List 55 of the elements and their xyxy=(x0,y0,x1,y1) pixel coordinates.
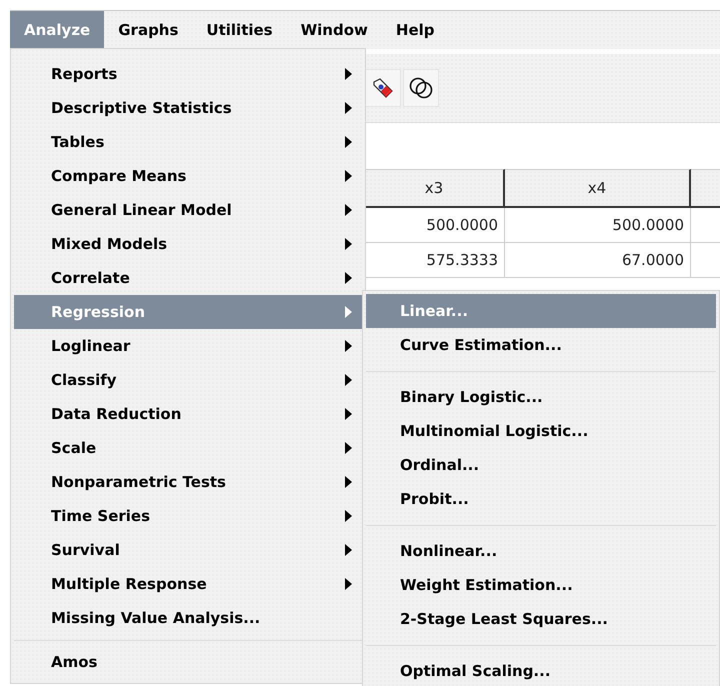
table-cell: 500.0000 xyxy=(505,208,691,243)
menu-item[interactable]: Loglinear xyxy=(14,329,362,363)
submenu-arrow-icon xyxy=(345,544,352,556)
menu-item[interactable]: Nonlinear... xyxy=(366,534,716,568)
submenu-arrow-icon xyxy=(345,340,352,352)
menu-item[interactable]: Tables xyxy=(14,125,362,159)
menu-title[interactable]: Utilities xyxy=(192,11,287,49)
menu-title[interactable]: Window xyxy=(286,11,382,49)
submenu-arrow-icon xyxy=(345,170,352,182)
overlapping-circles-icon[interactable] xyxy=(403,69,439,107)
menu-title[interactable]: Help xyxy=(382,11,448,49)
menu-item[interactable]: Survival xyxy=(14,533,362,567)
menu-item[interactable]: Data Reduction xyxy=(14,397,362,431)
column-header[interactable]: x4 xyxy=(505,169,691,208)
menu-item[interactable]: Amos xyxy=(14,645,362,679)
menu-item[interactable]: Multinomial Logistic... xyxy=(366,414,716,448)
menu-item[interactable]: Probit... xyxy=(366,482,716,516)
menu-item[interactable]: Optimal Scaling... xyxy=(366,654,716,686)
submenu-arrow-icon xyxy=(345,102,352,114)
menu-item[interactable]: Classify xyxy=(14,363,362,397)
menu-item[interactable]: General Linear Model xyxy=(14,193,362,227)
menu-item[interactable]: Descriptive Statistics xyxy=(14,91,362,125)
menu-item[interactable]: Time Series xyxy=(14,499,362,533)
menu-item[interactable]: Mixed Models xyxy=(14,227,362,261)
menu-item[interactable]: Weight Estimation... xyxy=(366,568,716,602)
tag-icon[interactable] xyxy=(365,69,401,107)
submenu-arrow-icon xyxy=(345,374,352,386)
submenu-arrow-icon xyxy=(345,204,352,216)
submenu-arrow-icon xyxy=(345,238,352,250)
submenu-arrow-icon xyxy=(345,408,352,420)
submenu-arrow-icon xyxy=(345,68,352,80)
submenu-arrow-icon xyxy=(345,510,352,522)
menu-item[interactable]: Binary Logistic... xyxy=(366,380,716,414)
submenu-arrow-icon xyxy=(345,578,352,590)
column-header[interactable]: x3 xyxy=(365,169,505,208)
menu-item[interactable]: Compare Means xyxy=(14,159,362,193)
menu-item[interactable]: Multiple Response xyxy=(14,567,362,601)
menu-item[interactable]: Missing Value Analysis... xyxy=(14,601,362,635)
submenu-arrow-icon xyxy=(345,442,352,454)
submenu-arrow-icon xyxy=(345,306,352,318)
menu-item[interactable]: Scale xyxy=(14,431,362,465)
menu-item[interactable]: Correlate xyxy=(14,261,362,295)
menu-title[interactable]: Graphs xyxy=(104,11,192,49)
submenu-arrow-icon xyxy=(345,272,352,284)
menu-item[interactable]: Curve Estimation... xyxy=(366,328,716,362)
menu-item[interactable]: 2-Stage Least Squares... xyxy=(366,602,716,636)
table-cell: 500.0000 xyxy=(365,208,505,243)
menu-item[interactable]: Ordinal... xyxy=(366,448,716,482)
table-cell: 575.3333 xyxy=(365,243,505,278)
submenu-arrow-icon xyxy=(345,136,352,148)
table-cell: 67.0000 xyxy=(505,243,691,278)
submenu-arrow-icon xyxy=(345,476,352,488)
menu-item[interactable]: Nonparametric Tests xyxy=(14,465,362,499)
column-header[interactable] xyxy=(691,169,720,208)
menu-item[interactable]: Reports xyxy=(14,57,362,91)
